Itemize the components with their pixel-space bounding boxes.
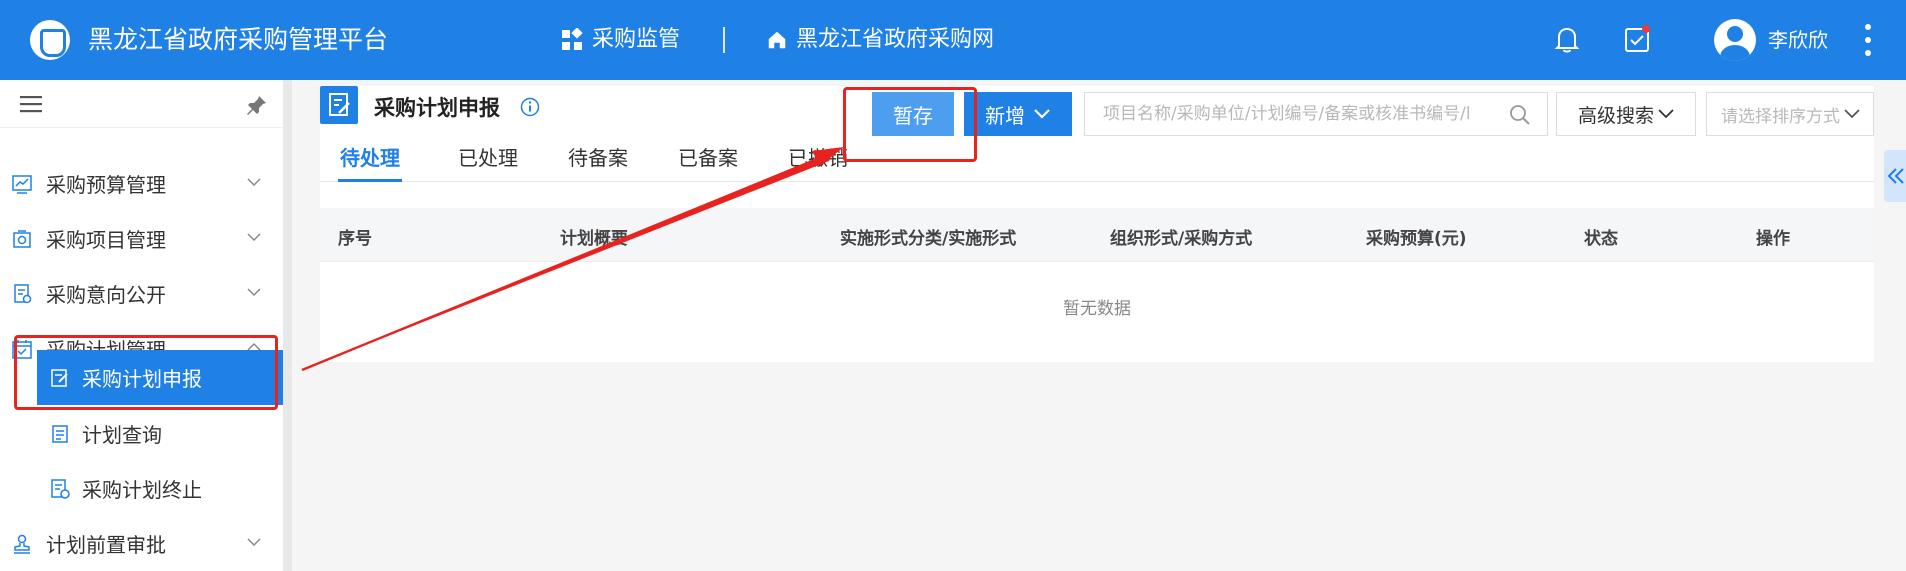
annotation-arrow xyxy=(301,147,844,372)
